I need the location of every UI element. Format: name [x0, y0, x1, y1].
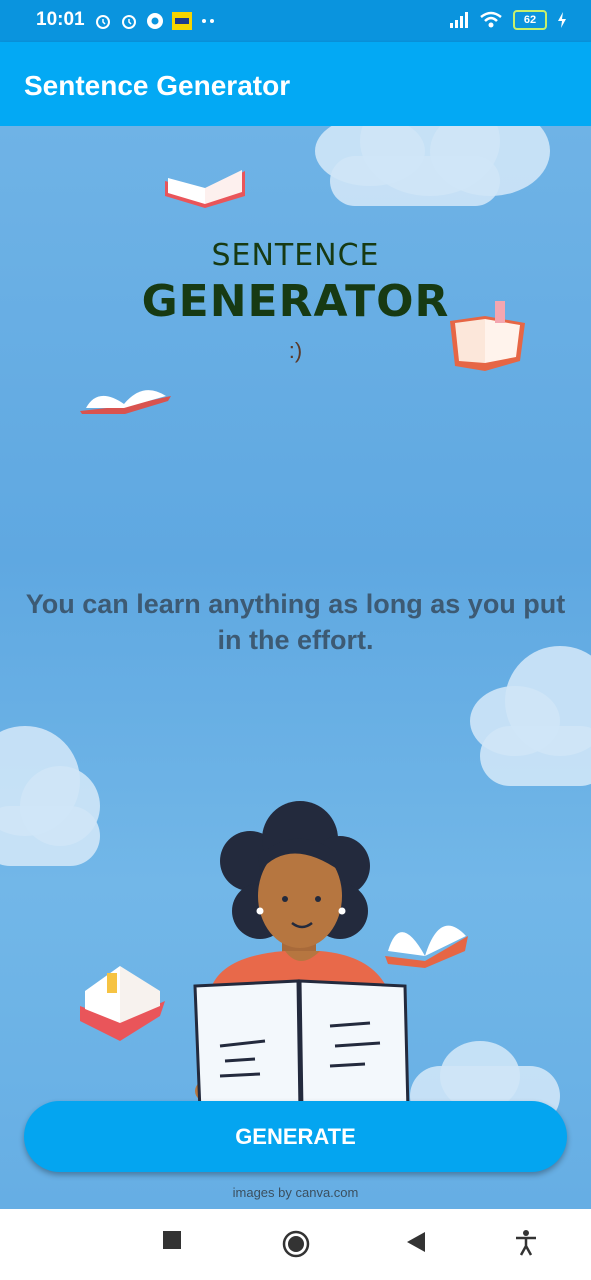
- charging-icon: [558, 12, 566, 28]
- book-top-icon: [165, 170, 245, 208]
- status-notification-icons: [94, 12, 216, 30]
- book-left-icon: [80, 390, 171, 414]
- status-system-icons: 62: [449, 10, 567, 30]
- app-bar: Sentence Generator: [0, 42, 591, 126]
- home-circle-icon[interactable]: [282, 1230, 310, 1258]
- logo-smile: :): [288, 338, 303, 363]
- battery-icon: 62: [513, 10, 547, 30]
- navigation-bar: [0, 1209, 591, 1280]
- alarm-icon: [122, 15, 136, 29]
- paytm-icon: [172, 12, 192, 30]
- app-title: Sentence Generator: [24, 70, 291, 101]
- chrome-icon: [147, 13, 163, 29]
- alarm-icon: [96, 15, 110, 29]
- status-time: 10:01: [36, 9, 85, 30]
- status-bar: 10:01 62: [0, 0, 591, 42]
- recent-apps-square-icon[interactable]: [163, 1231, 181, 1249]
- back-triangle-icon[interactable]: [406, 1231, 426, 1253]
- generate-button[interactable]: GENERATE: [24, 1101, 567, 1172]
- dots-icon: [202, 19, 214, 23]
- generated-sentence: You can learn anything as long as you pu…: [25, 589, 566, 655]
- wifi-icon: [480, 11, 502, 28]
- image-credit: images by canva.com: [232, 1185, 359, 1200]
- main-content: SENTENCE GENERATOR :) You can learn anyt…: [0, 126, 591, 1209]
- accessibility-icon[interactable]: [515, 1230, 537, 1256]
- battery-level: 62: [523, 14, 537, 26]
- signal-icon: [450, 12, 468, 28]
- reading-girl-illustration: [193, 801, 410, 1111]
- book-bottom-left-icon: [80, 966, 165, 1041]
- logo-line-sentence: SENTENCE: [211, 238, 380, 273]
- logo-line-generator: GENERATOR: [141, 276, 450, 327]
